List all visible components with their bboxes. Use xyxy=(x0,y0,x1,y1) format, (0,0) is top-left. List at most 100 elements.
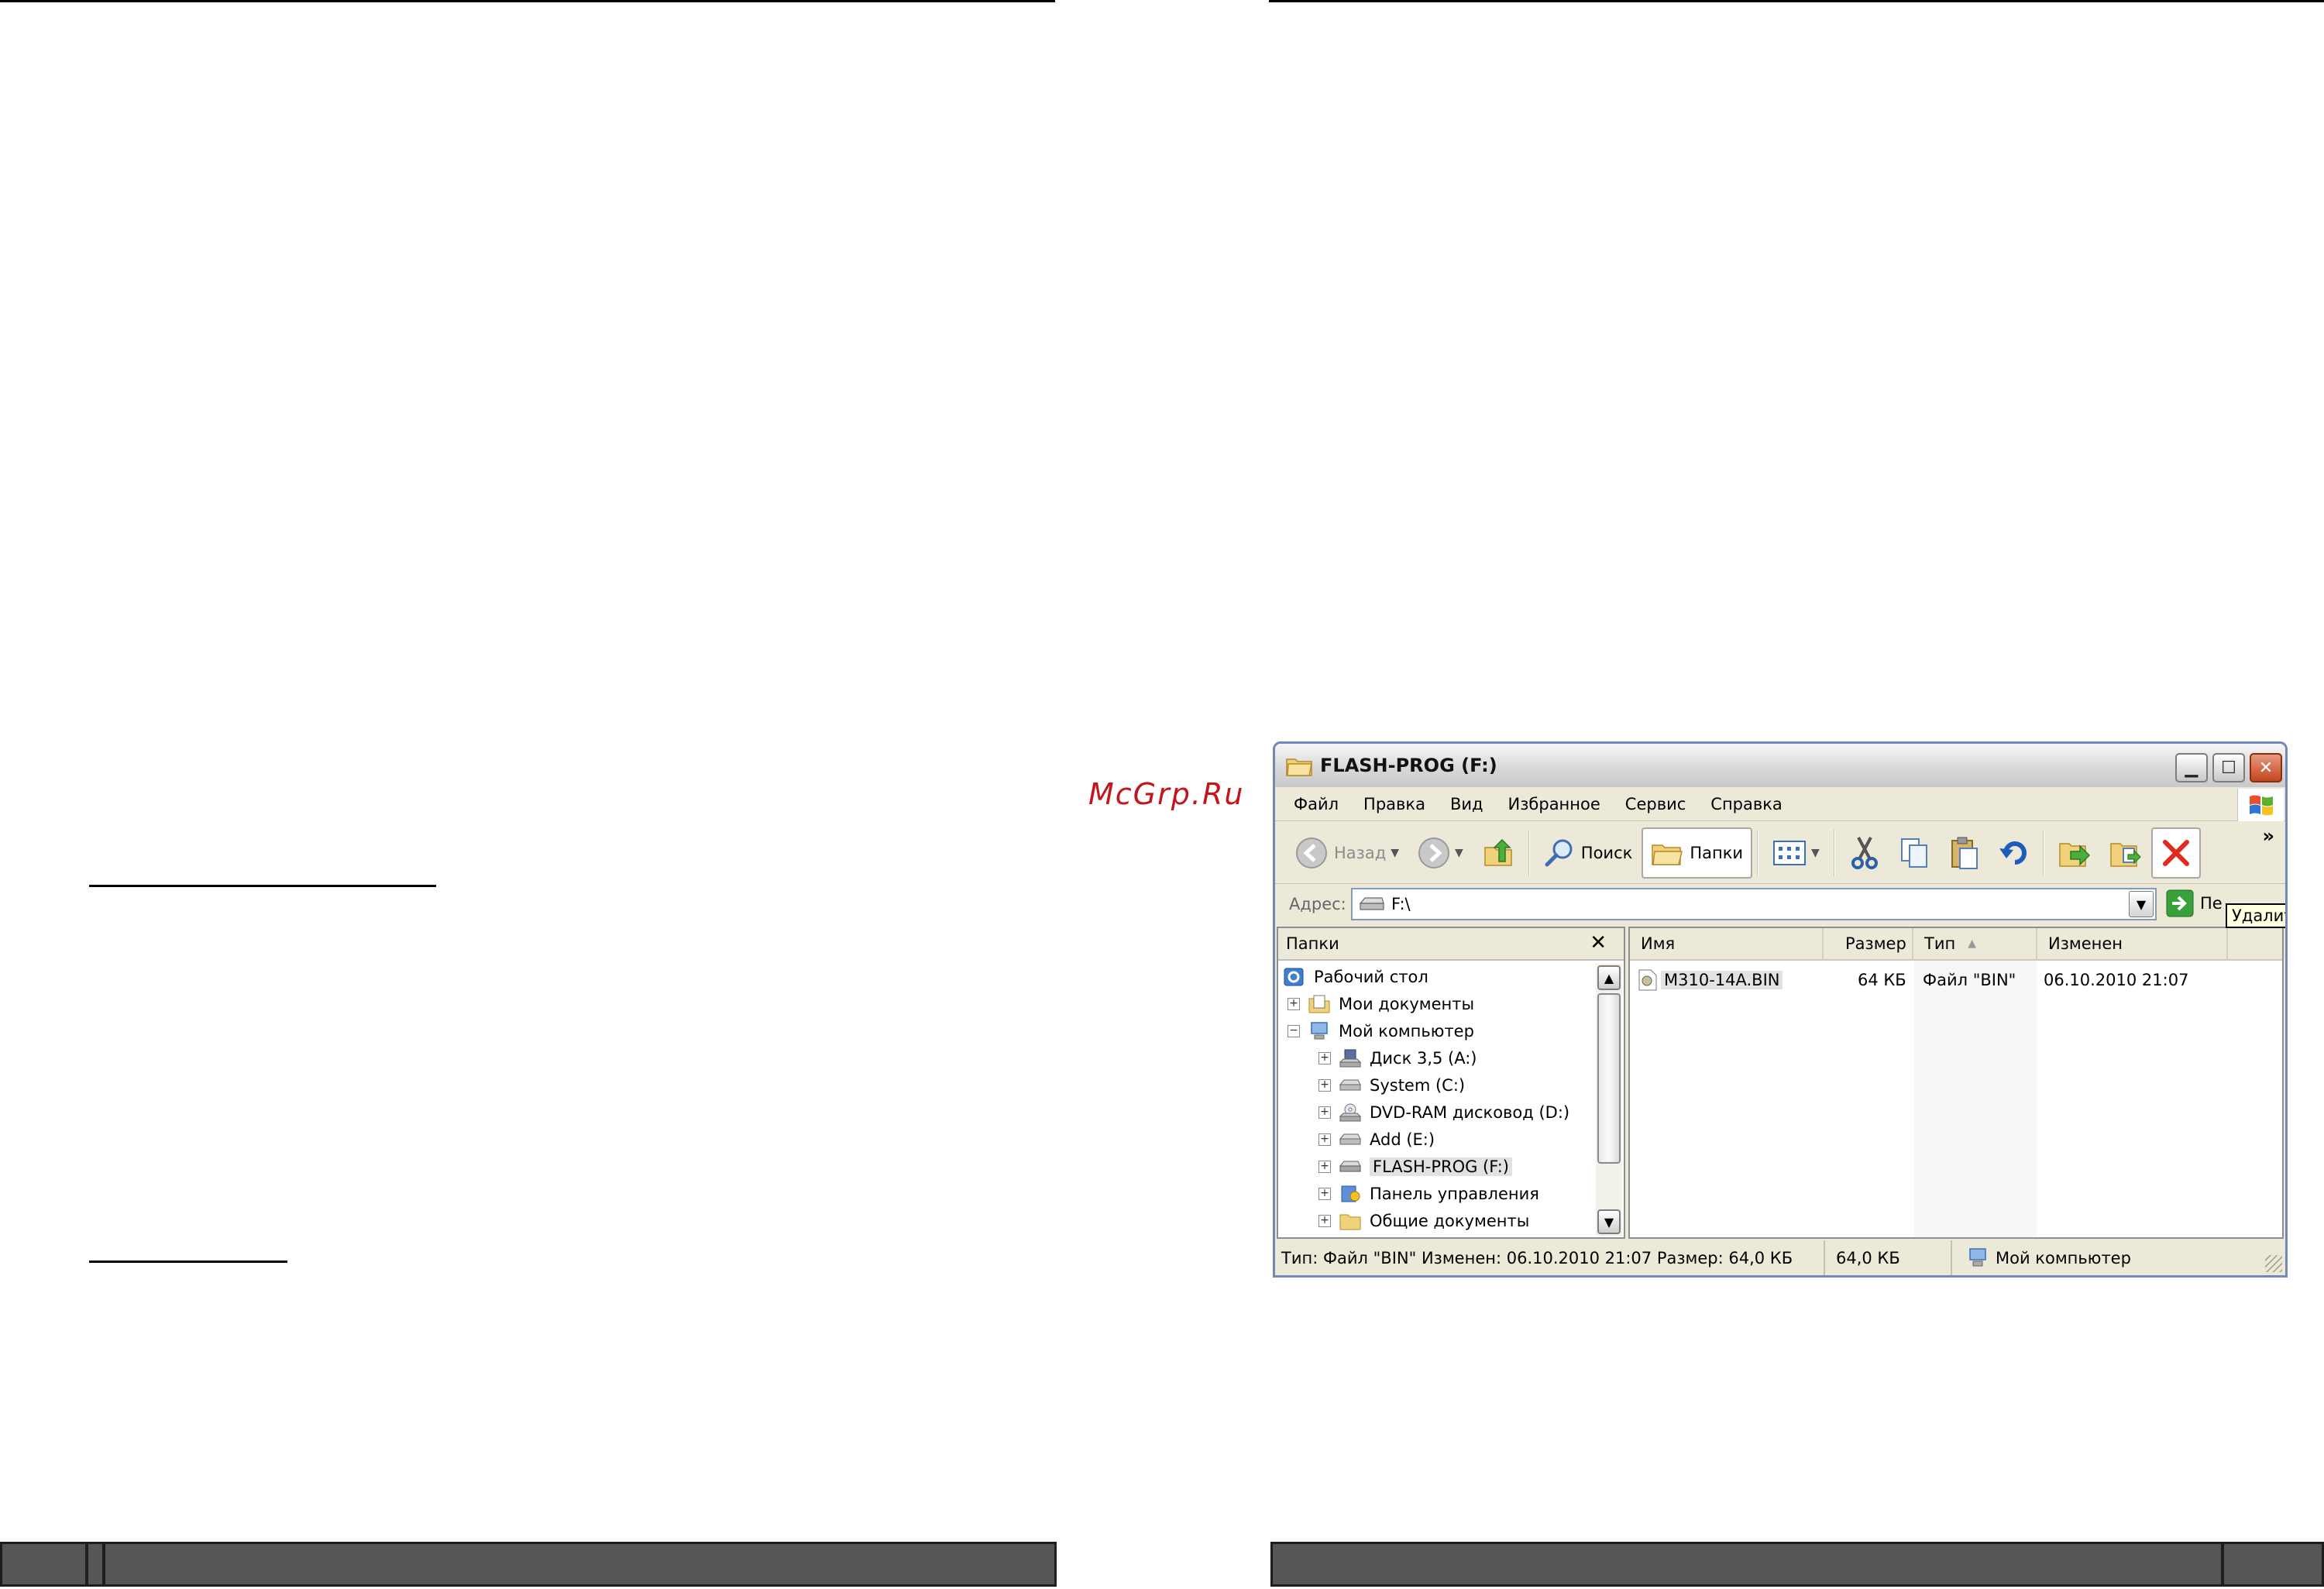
top-rule-left xyxy=(0,0,1055,2)
tree-item-floppy-a[interactable]: + Диск 3,5 (A:) xyxy=(1318,1045,1477,1071)
tree-item-control-panel[interactable]: + Панель управления xyxy=(1318,1181,1539,1207)
top-rule-right xyxy=(1269,0,2324,2)
address-value: F:\ xyxy=(1391,895,1411,913)
address-dropdown-icon[interactable]: ▼ xyxy=(2129,891,2154,917)
column-headers: Имя Размер Тип ▲ Изменен xyxy=(1630,928,2282,961)
close-button[interactable]: ✕ xyxy=(2250,753,2282,782)
toolbar-separator xyxy=(1757,829,1759,876)
removable-drive-icon xyxy=(1339,1161,1361,1172)
move-to-button[interactable] xyxy=(2049,827,2100,879)
menu-help[interactable]: Справка xyxy=(1710,795,1783,813)
expand-icon[interactable]: + xyxy=(1318,1079,1331,1092)
expand-icon[interactable]: + xyxy=(1318,1188,1331,1200)
move-to-icon xyxy=(2059,842,2090,867)
folder-icon xyxy=(1339,1214,1361,1230)
expand-icon[interactable]: + xyxy=(1318,1052,1331,1064)
up-folder-button[interactable] xyxy=(1473,827,1524,879)
expand-icon[interactable]: + xyxy=(1318,1133,1331,1146)
toolbar-overflow-chevron-icon[interactable]: » xyxy=(2262,825,2274,847)
toolbar-separator xyxy=(1528,829,1530,876)
tree-item-desktop[interactable]: Рабочий стол xyxy=(1283,964,1428,990)
status-info: Тип: Файл "BIN" Изменен: 06.10.2010 21:0… xyxy=(1275,1240,1825,1275)
folders-pane: Папки ✕ Рабочий стол + Мои документы − М… xyxy=(1277,927,1625,1239)
explorer-window: FLASH-PROG (F:) ▁ ☐ ✕ Файл Правка Вид Из… xyxy=(1273,741,2288,1278)
file-name: M310-14A.BIN xyxy=(1661,971,1783,989)
go-button[interactable]: Пе xyxy=(2166,889,2223,917)
status-location: Мой компьютер xyxy=(1952,1240,2131,1275)
drive-icon xyxy=(1359,897,1384,910)
copy-to-button[interactable] xyxy=(2100,827,2151,879)
menu-tools[interactable]: Сервис xyxy=(1625,795,1686,813)
menu-file[interactable]: Файл xyxy=(1294,795,1339,813)
menu-favorites[interactable]: Избранное xyxy=(1508,795,1600,813)
expand-icon[interactable]: + xyxy=(1318,1106,1331,1119)
undo-icon xyxy=(1999,841,2027,865)
cut-icon xyxy=(1851,836,1878,869)
forward-button[interactable]: ▼ xyxy=(1408,827,1473,879)
scroll-up-icon[interactable]: ▲ xyxy=(1597,965,1621,990)
menu-view[interactable]: Вид xyxy=(1450,795,1483,813)
folders-button[interactable]: Папки xyxy=(1642,827,1753,879)
column-name[interactable]: Имя xyxy=(1630,928,1824,959)
sort-ascending-icon: ▲ xyxy=(1968,937,1976,950)
file-type: Файл "BIN" xyxy=(1923,971,2016,989)
tree-item-add-e[interactable]: + Add (E:) xyxy=(1318,1126,1435,1153)
dvd-drive-icon xyxy=(1339,1103,1362,1122)
my-computer-icon xyxy=(1969,1247,1986,1266)
bin-file-icon xyxy=(1638,969,1657,991)
expand-icon[interactable]: + xyxy=(1287,998,1300,1010)
tree-item-my-documents[interactable]: + Мои документы xyxy=(1287,991,1474,1017)
title-bar: FLASH-PROG (F:) ▁ ☐ ✕ xyxy=(1275,744,2285,787)
back-button[interactable]: Назад ▼ xyxy=(1286,827,1408,879)
cut-button[interactable] xyxy=(1840,827,1889,879)
minimize-button[interactable]: ▁ xyxy=(2175,753,2208,782)
folder-icon xyxy=(1286,758,1312,776)
menu-bar: Файл Правка Вид Избранное Сервис Справка xyxy=(1275,787,2285,821)
tree-item-my-computer[interactable]: − Мой компьютер xyxy=(1287,1018,1474,1044)
hard-drive-icon xyxy=(1339,1079,1361,1091)
footer-bar-right xyxy=(1270,1542,2324,1587)
paste-button[interactable] xyxy=(1939,827,1989,879)
copy-icon xyxy=(1900,837,1927,868)
file-row[interactable]: M310-14A.BIN 64 КБ Файл "BIN" 06.10.2010… xyxy=(1630,967,2282,993)
back-label: Назад xyxy=(1334,843,1387,862)
column-modified[interactable]: Изменен xyxy=(2037,928,2228,959)
status-size: 64,0 КБ xyxy=(1825,1240,1952,1275)
tree-item-dvd-d[interactable]: + DVD-RAM дисковод (D:) xyxy=(1318,1099,1569,1126)
search-label: Поиск xyxy=(1580,843,1633,862)
column-type[interactable]: Тип ▲ xyxy=(1913,928,2037,959)
status-bar: Тип: Файл "BIN" Изменен: 06.10.2010 21:0… xyxy=(1275,1240,2285,1275)
column-size[interactable]: Размер xyxy=(1824,928,1913,959)
go-arrow-icon xyxy=(2166,889,2194,917)
maximize-button[interactable]: ☐ xyxy=(2212,753,2245,782)
back-dropdown-icon[interactable]: ▼ xyxy=(1391,847,1399,859)
folders-scrollbar[interactable]: ▲ ▼ xyxy=(1596,964,1622,1236)
copy-button[interactable] xyxy=(1889,827,1939,879)
my-documents-icon xyxy=(1308,995,1330,1013)
scroll-down-icon[interactable]: ▼ xyxy=(1597,1209,1621,1234)
folders-pane-header: Папки ✕ xyxy=(1278,928,1624,961)
resize-grip[interactable] xyxy=(2265,1255,2282,1272)
collapse-icon[interactable]: − xyxy=(1287,1025,1300,1037)
forward-dropdown-icon[interactable]: ▼ xyxy=(1455,847,1463,859)
undo-button[interactable] xyxy=(1989,827,2038,879)
watermark: McGrp.Ru xyxy=(1088,777,1245,811)
underline-2 xyxy=(89,1261,287,1263)
close-pane-icon[interactable]: ✕ xyxy=(1590,931,1607,954)
tree-item-shared-documents[interactable]: + Общие документы xyxy=(1318,1208,1529,1234)
up-folder-icon xyxy=(1484,838,1512,866)
address-input[interactable]: F:\ ▼ xyxy=(1351,888,2157,920)
go-label: Пе xyxy=(2200,894,2223,913)
search-button[interactable]: Поиск xyxy=(1535,827,1642,879)
file-size: 64 КБ xyxy=(1858,971,1906,989)
menu-edit[interactable]: Правка xyxy=(1363,795,1425,813)
expand-icon[interactable]: + xyxy=(1318,1215,1331,1227)
address-label: Адрес: xyxy=(1289,895,1346,913)
tree-item-flash-prog-f[interactable]: + FLASH-PROG (F:) xyxy=(1318,1154,1512,1180)
delete-button[interactable] xyxy=(2150,827,2201,879)
tree-item-system-c[interactable]: + System (C:) xyxy=(1318,1072,1465,1099)
expand-icon[interactable]: + xyxy=(1318,1161,1331,1173)
scroll-thumb[interactable] xyxy=(1597,993,1621,1164)
views-button[interactable]: ▼ xyxy=(1763,827,1829,879)
control-panel-icon xyxy=(1341,1185,1360,1202)
